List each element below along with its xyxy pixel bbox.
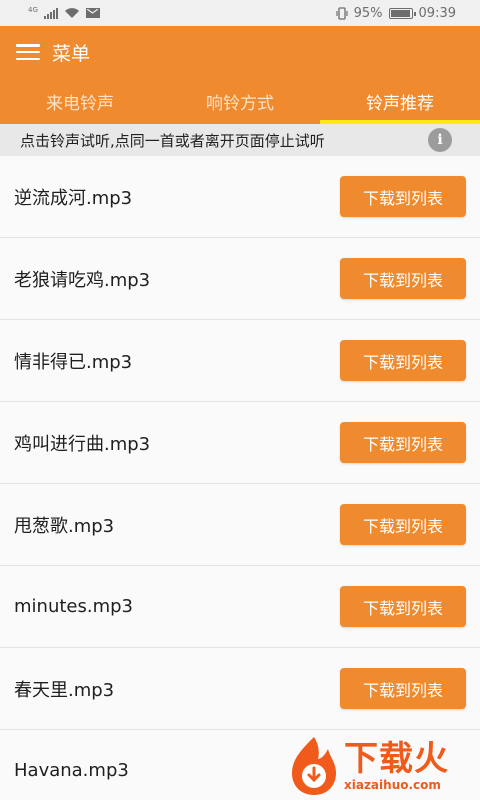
info-icon[interactable]: i [428,128,452,152]
app-bar: 菜单 [0,26,480,78]
ringtone-title[interactable]: Havana.mp3 [14,760,129,781]
list-item[interactable]: 春天里.mp3 下载到列表 [0,648,480,730]
ringtone-title[interactable]: 鸡叫进行曲.mp3 [14,430,150,456]
list-item[interactable]: 老狼请吃鸡.mp3 下载到列表 [0,238,480,320]
tab-incoming-ringtone[interactable]: 来电铃声 [0,78,160,124]
app-title[interactable]: 菜单 [52,39,90,66]
tab-ring-mode[interactable]: 响铃方式 [160,78,320,124]
download-to-list-button[interactable]: 下载到列表 [340,504,466,545]
battery-percent: 95% [353,5,383,21]
list-item[interactable]: minutes.mp3 下载到列表 [0,566,480,648]
menu-icon[interactable] [16,44,40,60]
clock: 09:39 [418,5,456,21]
ringtone-title[interactable]: 甩葱歌.mp3 [14,512,114,538]
download-to-list-button[interactable]: 下载到列表 [340,422,466,463]
list-item[interactable]: 情非得已.mp3 下载到列表 [0,320,480,402]
ringtone-title[interactable]: 春天里.mp3 [14,676,114,702]
tab-recommended[interactable]: 铃声推荐 [320,78,480,124]
list-item[interactable]: 鸡叫进行曲.mp3 下载到列表 [0,402,480,484]
download-to-list-button[interactable]: 下载到列表 [340,258,466,299]
watermark-brand-en: xiazaihuo.com [344,778,441,792]
hint-text: 点击铃声试听,点同一首或者离开页面停止试听 [20,131,325,150]
ringtone-title[interactable]: 老狼请吃鸡.mp3 [14,266,150,292]
network-badge: 4G [28,5,38,14]
watermark-logo: 下载火 xiazaihuo.com [284,734,474,798]
battery-icon [388,7,416,19]
vibrate-icon [336,6,348,20]
status-left: 4G [28,5,100,19]
ringtone-title[interactable]: 情非得已.mp3 [14,348,132,374]
watermark-text: 下载火 xiazaihuo.com [344,740,449,792]
battery-fill [390,9,410,17]
list-item[interactable]: 逆流成河.mp3 下载到列表 [0,156,480,238]
status-bar: 4G 95% 09:39 [0,0,480,26]
mail-icon [85,8,100,18]
ringtone-list: 逆流成河.mp3 下载到列表 老狼请吃鸡.mp3 下载到列表 情非得已.mp3 下载到… [0,156,480,800]
download-to-list-button[interactable]: 下载到列表 [340,340,466,381]
download-to-list-button[interactable]: 下载到列表 [340,668,466,709]
download-to-list-button[interactable]: 下载到列表 [340,176,466,217]
status-right: 95% 09:39 [336,6,456,21]
wifi-icon [64,8,79,18]
list-item[interactable]: 甩葱歌.mp3 下载到列表 [0,484,480,566]
tab-bar: 来电铃声 响铃方式 铃声推荐 [0,78,480,124]
download-to-list-button[interactable]: 下载到列表 [340,586,466,627]
signal-icon [43,7,58,19]
hint-bar: 点击铃声试听,点同一首或者离开页面停止试听 i [0,124,480,156]
ringtone-title[interactable]: minutes.mp3 [14,596,133,617]
ringtone-title[interactable]: 逆流成河.mp3 [14,184,132,210]
watermark-brand-cn: 下载火 [344,739,449,779]
flame-icon [292,737,336,795]
